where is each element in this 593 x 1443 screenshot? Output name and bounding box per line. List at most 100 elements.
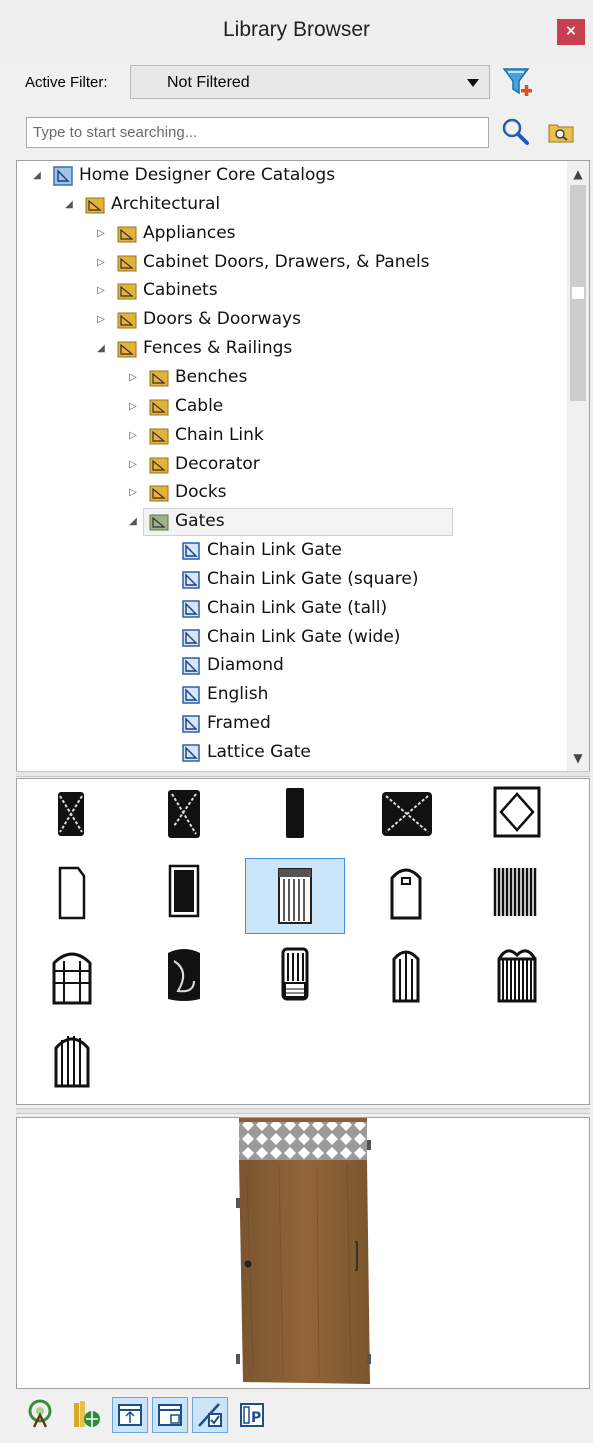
expand-arrow-icon[interactable]: ▷ [95, 227, 107, 241]
chevron-down-icon [467, 79, 479, 87]
framed-gate-thumb-icon[interactable] [134, 858, 234, 934]
properties-icon[interactable]: P [234, 1397, 270, 1433]
folder-icon [117, 253, 137, 273]
tree-item[interactable]: Framed [17, 710, 567, 738]
library-tree[interactable]: ◢ Home Designer Core Catalogs ◢ Architectur… [16, 160, 590, 772]
tree-item[interactable]: ▷ Decorator [17, 451, 567, 479]
tree-item[interactable]: ▷ Chain Link [17, 422, 567, 450]
diamond-gate-thumb-icon[interactable] [467, 782, 567, 858]
tree-item-label: Chain Link Gate (square) [207, 568, 419, 589]
view-top-icon[interactable] [112, 1397, 148, 1433]
tree-item-label: Fences & Railings [143, 338, 293, 359]
tree-item-label: Doors & Doorways [143, 309, 301, 330]
folder-icon [117, 339, 137, 359]
arched-panel-gate-thumb-icon[interactable] [22, 941, 122, 1017]
item-icon [181, 656, 201, 676]
edit-check-icon[interactable] [192, 1397, 228, 1433]
tree-item[interactable]: Diamond [17, 652, 567, 680]
tree-item[interactable]: ▷ Benches [17, 364, 567, 392]
folder-icon [149, 368, 169, 388]
search-input[interactable] [26, 117, 489, 148]
view-bottom-icon[interactable] [152, 1397, 188, 1433]
arched-picket-gate-thumb-icon[interactable] [22, 1024, 122, 1100]
expand-arrow-icon[interactable]: ▷ [95, 284, 107, 298]
gate-preview-image [236, 1118, 371, 1384]
ornate-gate-thumb-icon[interactable] [467, 941, 567, 1017]
tree-item-label: Framed [207, 713, 271, 734]
english-gate-thumb-icon[interactable] [22, 858, 122, 934]
filter-row: Active Filter: Not Filtered [0, 60, 593, 106]
close-button[interactable]: × [557, 19, 585, 45]
lattice-gate-thumb-icon[interactable] [245, 858, 345, 934]
tree-item[interactable]: English [17, 681, 567, 709]
picket-gate-thumb-icon[interactable] [467, 858, 567, 934]
tree-item[interactable]: Chain Link Gate [17, 537, 567, 565]
tree-item[interactable]: Chain Link Gate (tall) [17, 595, 567, 623]
expand-arrow-icon[interactable]: ▷ [127, 458, 139, 472]
tree-item[interactable]: ◢ Architectural [17, 191, 567, 219]
tree-item-label: Cable [175, 395, 224, 416]
tree-item-label: Appliances [143, 222, 236, 243]
tree-item[interactable]: Chain Link Gate (square) [17, 566, 567, 594]
tree-item[interactable]: ▷ Docks [17, 479, 567, 507]
chain-link-gate-tall-thumb-icon[interactable] [245, 782, 345, 858]
window-title: Library Browser [222, 18, 371, 41]
arched-door-gate-thumb-icon[interactable] [356, 858, 456, 934]
tree-item[interactable]: ▷ Appliances [17, 220, 567, 248]
tree-item[interactable]: Lattice Gate [17, 739, 567, 767]
expand-arrow-icon[interactable]: ▷ [95, 313, 107, 327]
title-bar: Library Browser × [0, 0, 593, 58]
tree-item-label: English [207, 684, 269, 705]
scroll-down-icon[interactable]: ▼ [567, 747, 589, 769]
tree-item[interactable]: ▷ Cabinets [17, 277, 567, 305]
collapse-arrow-icon[interactable]: ◢ [31, 169, 43, 183]
chain-link-gate-square-thumb-icon[interactable] [134, 782, 234, 858]
tree-view-icon[interactable] [24, 1397, 60, 1433]
scroll-gate-thumb-icon[interactable] [134, 941, 234, 1017]
catalog-icon [53, 166, 73, 186]
round-top-gate-thumb-icon[interactable] [356, 941, 456, 1017]
tree-item-label: Benches [175, 366, 248, 387]
scroll-up-icon[interactable]: ▲ [567, 163, 589, 185]
collapse-arrow-icon[interactable]: ◢ [127, 515, 139, 529]
item-icon [181, 599, 201, 619]
folder-search-icon[interactable] [548, 121, 574, 143]
search-icon[interactable] [500, 117, 530, 147]
tree-item-label: Home Designer Core Catalogs [79, 165, 336, 185]
folder-icon [117, 224, 137, 244]
tree-item-label: Docks [175, 482, 227, 503]
tree-item[interactable]: ▷ Cable [17, 393, 567, 421]
add-filter-icon[interactable] [502, 66, 534, 100]
tree-item-label: Chain Link Gate (tall) [207, 597, 388, 618]
active-filter-dropdown[interactable]: Not Filtered [130, 65, 490, 99]
chain-link-gate-wide-thumb-icon[interactable] [356, 782, 456, 858]
bottom-toolbar: P [16, 1393, 590, 1439]
chain-link-gate-thumb-icon[interactable] [22, 782, 122, 858]
tree-item[interactable]: ◢ Gates [17, 508, 567, 537]
tree-item[interactable]: ◢ Fences & Railings [17, 335, 567, 363]
collapse-arrow-icon[interactable]: ◢ [63, 198, 75, 212]
expand-arrow-icon[interactable]: ▷ [127, 429, 139, 443]
folder-icon [117, 281, 137, 301]
collapse-arrow-icon[interactable]: ◢ [95, 342, 107, 356]
spindle-gate-thumb-icon[interactable] [245, 941, 345, 1017]
tree-item[interactable]: ▷ Doors & Doorways [17, 306, 567, 334]
expand-arrow-icon[interactable]: ▷ [127, 400, 139, 414]
expand-arrow-icon[interactable]: ▷ [95, 256, 107, 270]
tree-item-label: Chain Link Gate (wide) [207, 626, 401, 647]
tree-item[interactable]: Chain Link Gate (wide) [17, 624, 567, 652]
splitter-bottom[interactable] [16, 1108, 590, 1114]
tree-item-label: Decorator [175, 453, 260, 474]
item-icon [181, 714, 201, 734]
library-globe-icon[interactable] [68, 1397, 104, 1433]
item-icon [181, 685, 201, 705]
splitter-top[interactable] [16, 771, 590, 777]
folder-icon [149, 483, 169, 503]
tree-item[interactable]: ▷ Cabinet Doors, Drawers, & Panels [17, 249, 567, 277]
tree-scrollbar[interactable]: ▲ ▼ [567, 161, 589, 771]
expand-arrow-icon[interactable]: ▷ [127, 486, 139, 500]
expand-arrow-icon[interactable]: ▷ [127, 371, 139, 385]
scrollbar-grip [571, 286, 585, 300]
tree-item[interactable]: ◢ Home Designer Core Catalogs [17, 162, 567, 190]
tree-item-label: Gates [175, 511, 225, 532]
